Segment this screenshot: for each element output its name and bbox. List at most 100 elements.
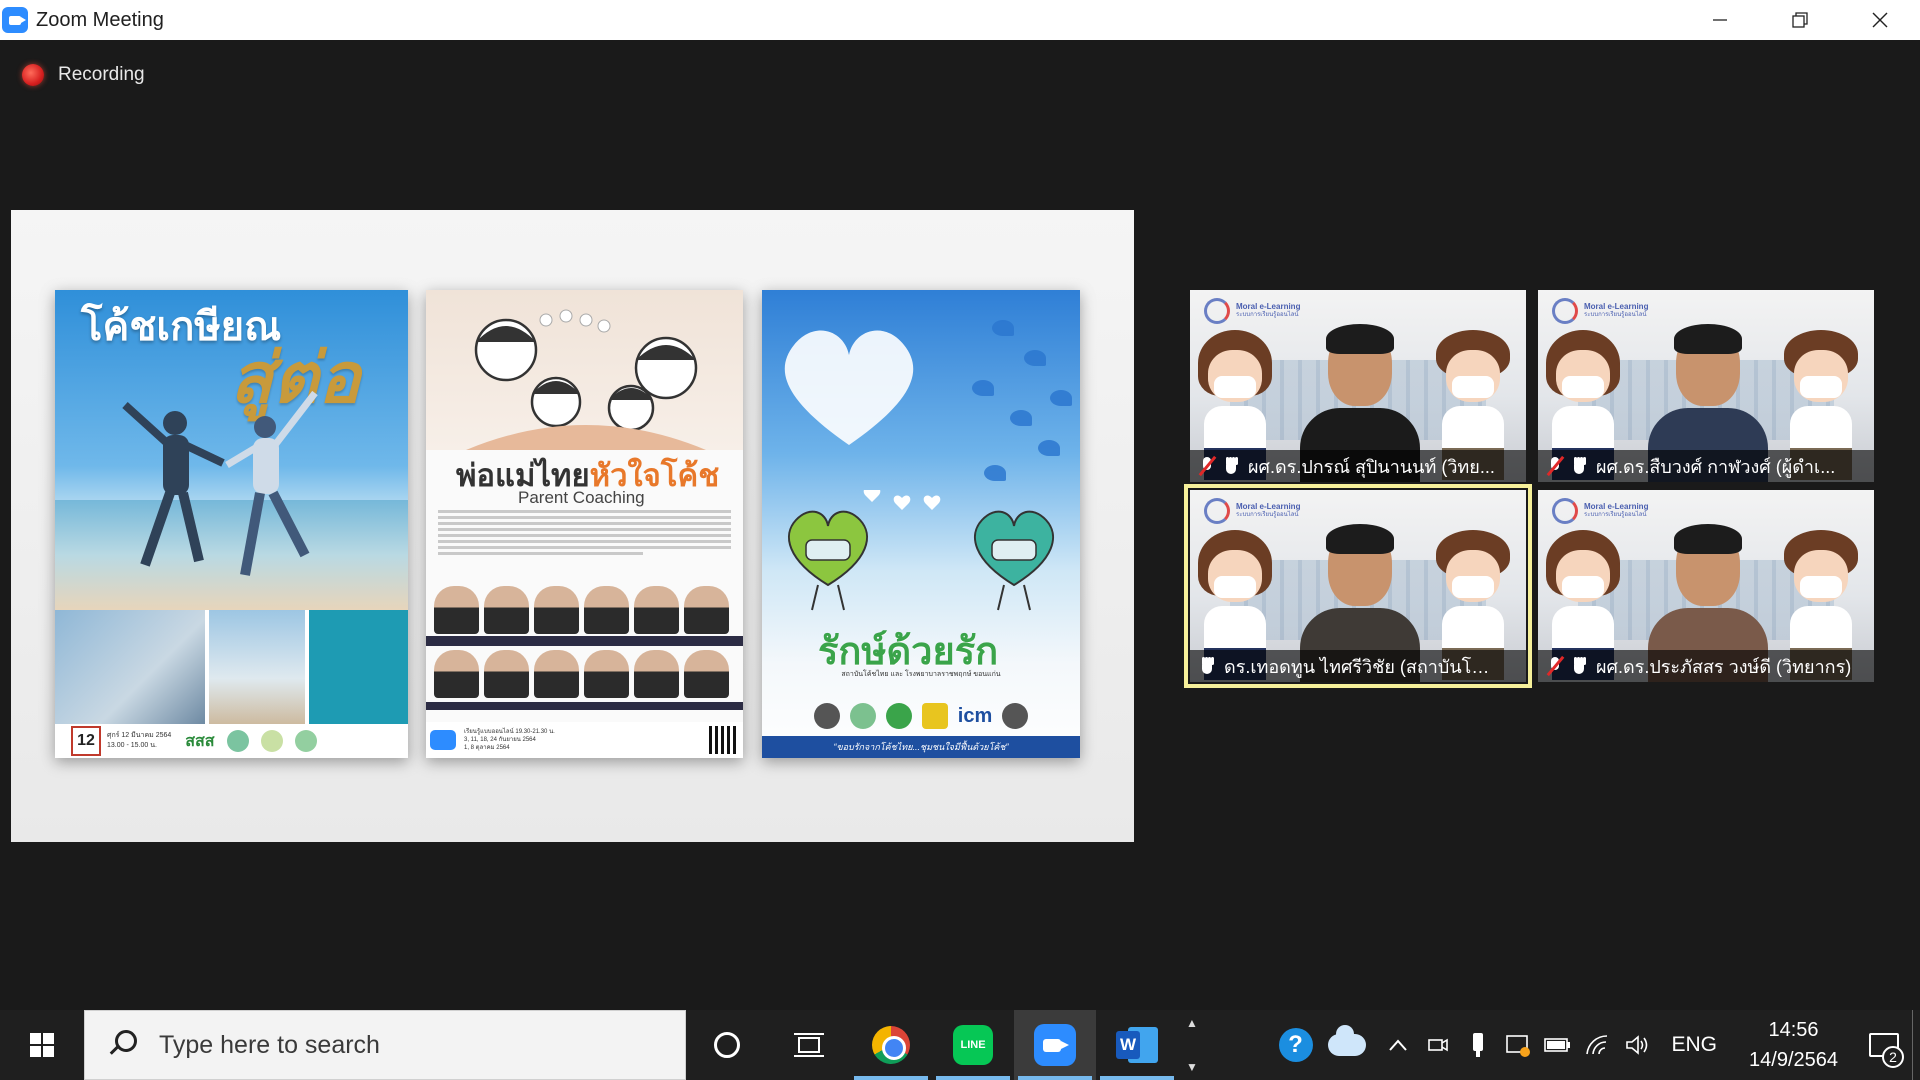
moral-logo-icon <box>1552 498 1578 524</box>
recording-indicator[interactable]: Recording <box>22 64 145 86</box>
participant-name: ผศ.ดร.ปกรณ์ สุปินานนท์ (วิทย... <box>1248 456 1495 477</box>
battery-icon <box>1543 1038 1570 1052</box>
window-controls <box>1680 0 1920 40</box>
task-view-button[interactable] <box>768 1010 850 1080</box>
help-tray-button[interactable]: ? <box>1276 1010 1316 1080</box>
participant-video-tile[interactable]: Moral e-Learning ระบบการเรียนรู้ออนไลน์ดร… <box>1184 484 1532 688</box>
zoom-icon <box>1034 1024 1076 1066</box>
clock-date: 14/9/2564 <box>1749 1049 1838 1071</box>
chrome-icon <box>872 1026 910 1064</box>
volume-tray-button[interactable] <box>1618 1010 1658 1080</box>
restore-button[interactable] <box>1760 0 1840 40</box>
sss-logo: สสส <box>185 732 215 750</box>
taskbar-scroll[interactable]: ▲ ▼ <box>1178 1010 1206 1080</box>
participant-video-tile[interactable]: Moral e-Learning ระบบการเรียนรู้ออนไลน์ผศ… <box>1190 290 1526 482</box>
poster-parent-coaching: พ่อแม่ไทยหัวใจโค้ช Parent Coaching เรียน… <box>426 290 743 758</box>
partner-logo-icon <box>260 730 283 752</box>
poster-coach-retirement: โค้ชเกษียณ สู่ต่อ 12 ศุกร์ 12 มีนาคม 256… <box>55 290 408 758</box>
show-hidden-icons-button[interactable] <box>1378 1010 1418 1080</box>
participant-name: ผศ.ดร.ประภัสสร วงษ์ดี (วิทยากร) <box>1596 656 1852 677</box>
partner-logo-icon <box>294 730 317 752</box>
speaker-volume-icon <box>1625 1035 1647 1055</box>
minimize-button[interactable] <box>1680 0 1760 40</box>
cortana-icon <box>714 1032 740 1058</box>
onedrive-cloud-icon <box>1327 1025 1366 1056</box>
taskbar-clock[interactable]: 14:56 14/9/2564 <box>1731 1015 1856 1075</box>
raise-hand-icon <box>1570 656 1588 676</box>
raise-hand-icon <box>1222 456 1240 476</box>
participant-video-tile[interactable]: Moral e-Learning ระบบการเรียนรู้ออนไลน์ผศ… <box>1538 490 1874 682</box>
elderly-couple-photo <box>55 610 205 724</box>
poster2-subtitle: Parent Coaching <box>518 488 645 507</box>
participant-video-tile[interactable]: Moral e-Learning ระบบการเรียนรู้ออนไลน์ผศ… <box>1538 290 1874 482</box>
butterfly-icon <box>992 320 1014 336</box>
butterfly-icon <box>1050 390 1072 406</box>
butterfly-icon <box>1024 350 1046 366</box>
chevron-up-icon[interactable]: ▲ <box>1186 1016 1198 1030</box>
poster-love-care: รักษ์ด้วยรัก สถาบันโค้ชไทย และ โรงพยาบาล… <box>762 290 1080 758</box>
butterfly-icon <box>1010 410 1032 426</box>
cloud-heart-icon <box>784 330 914 445</box>
chevron-down-icon[interactable]: ▼ <box>1186 1060 1198 1074</box>
wifi-icon <box>1585 1035 1607 1055</box>
update-tray-button[interactable] <box>1498 1010 1538 1080</box>
masked-hearts-characters <box>787 490 1055 611</box>
participant-nameplate: ผศ.ดร.ปกรณ์ สุปินานนท์ (วิทย... <box>1190 450 1526 482</box>
couple-jumping-image <box>122 390 318 576</box>
participant-nameplate: ดร.เทอดทูน ไทศรีวิชัย (สถาบันโค้ชไ... <box>1190 650 1526 682</box>
moral-elearning-logo: Moral e-Learning ระบบการเรียนรู้ออนไลน์ <box>1204 498 1300 524</box>
onedrive-tray-button[interactable] <box>1316 1010 1378 1080</box>
moral-elearning-logo: Moral e-Learning ระบบการเรียนรู้ออนไลน์ <box>1204 298 1300 324</box>
participant-name: ผศ.ดร.สืบวงศ์ กาฬวงศ์ (ผู้ดำเ... <box>1596 456 1836 477</box>
input-language-indicator[interactable]: ENG <box>1658 1033 1732 1057</box>
butterfly-icon <box>972 380 994 396</box>
taskbar-search-box[interactable]: Type here to search <box>84 1010 686 1080</box>
star-logo-icon <box>921 703 948 729</box>
window-title: Zoom Meeting <box>36 8 164 31</box>
line-taskbar-button[interactable]: LINE <box>932 1010 1014 1080</box>
battery-tray-button[interactable] <box>1538 1010 1578 1080</box>
moral-logo-icon <box>1552 298 1578 324</box>
chevron-up-icon <box>1388 1039 1407 1051</box>
task-view-icon <box>794 1033 824 1057</box>
camera-icon <box>1427 1038 1448 1052</box>
partner-logo-icon <box>885 703 912 729</box>
beach-couple-photo <box>209 610 305 724</box>
chrome-taskbar-button[interactable] <box>850 1010 932 1080</box>
wifi-tray-button[interactable] <box>1578 1010 1618 1080</box>
start-button[interactable] <box>0 1010 84 1080</box>
partner-logo-icon <box>813 703 840 729</box>
poster3-organizers: สถาบันโค้ชไทย และ โรงพยาบาลราชพฤกษ์ ขอนแ… <box>841 671 1001 678</box>
usb-device-icon <box>1472 1033 1483 1057</box>
meet-now-tray-button[interactable] <box>1418 1010 1458 1080</box>
speaker-photos-row <box>434 650 729 698</box>
system-tray: ? ENG 14:56 14/9/2564 2 <box>1276 1010 1920 1080</box>
family-cartoon-image <box>466 309 706 450</box>
qr-code-icon <box>709 726 737 754</box>
moral-logo-icon <box>1204 298 1230 324</box>
notification-count: 2 <box>1882 1046 1904 1068</box>
word-icon: W <box>1116 1025 1158 1065</box>
date-badge: 12 <box>71 726 101 756</box>
recording-dot-icon <box>22 64 44 86</box>
moral-elearning-logo: Moral e-Learning ระบบการเรียนรู้ออนไลน์ <box>1552 298 1648 324</box>
zoom-logo-icon <box>430 730 456 750</box>
show-desktop-button[interactable] <box>1912 1010 1920 1080</box>
speaker-photos-row <box>434 586 729 634</box>
info-box <box>309 610 408 724</box>
shared-screen[interactable]: โค้ชเกษียณ สู่ต่อ 12 ศุกร์ 12 มีนาคม 256… <box>11 210 1134 842</box>
moral-elearning-logo: Moral e-Learning ระบบการเรียนรู้ออนไลน์ <box>1552 498 1648 524</box>
mic-muted-icon <box>1198 455 1217 477</box>
recording-label: Recording <box>58 64 145 85</box>
usb-device-tray-button[interactable] <box>1458 1010 1498 1080</box>
action-center-button[interactable]: 2 <box>1856 1010 1912 1080</box>
close-button[interactable] <box>1840 0 1920 40</box>
window-titlebar: Zoom Meeting <box>0 0 1920 40</box>
partner-logo-icon <box>226 730 249 752</box>
sync-icon <box>1505 1035 1530 1057</box>
icm-logo: icm <box>957 704 993 727</box>
cortana-button[interactable] <box>686 1010 768 1080</box>
search-icon <box>107 1030 137 1060</box>
zoom-taskbar-button[interactable] <box>1014 1010 1096 1080</box>
word-taskbar-button[interactable]: W <box>1096 1010 1178 1080</box>
